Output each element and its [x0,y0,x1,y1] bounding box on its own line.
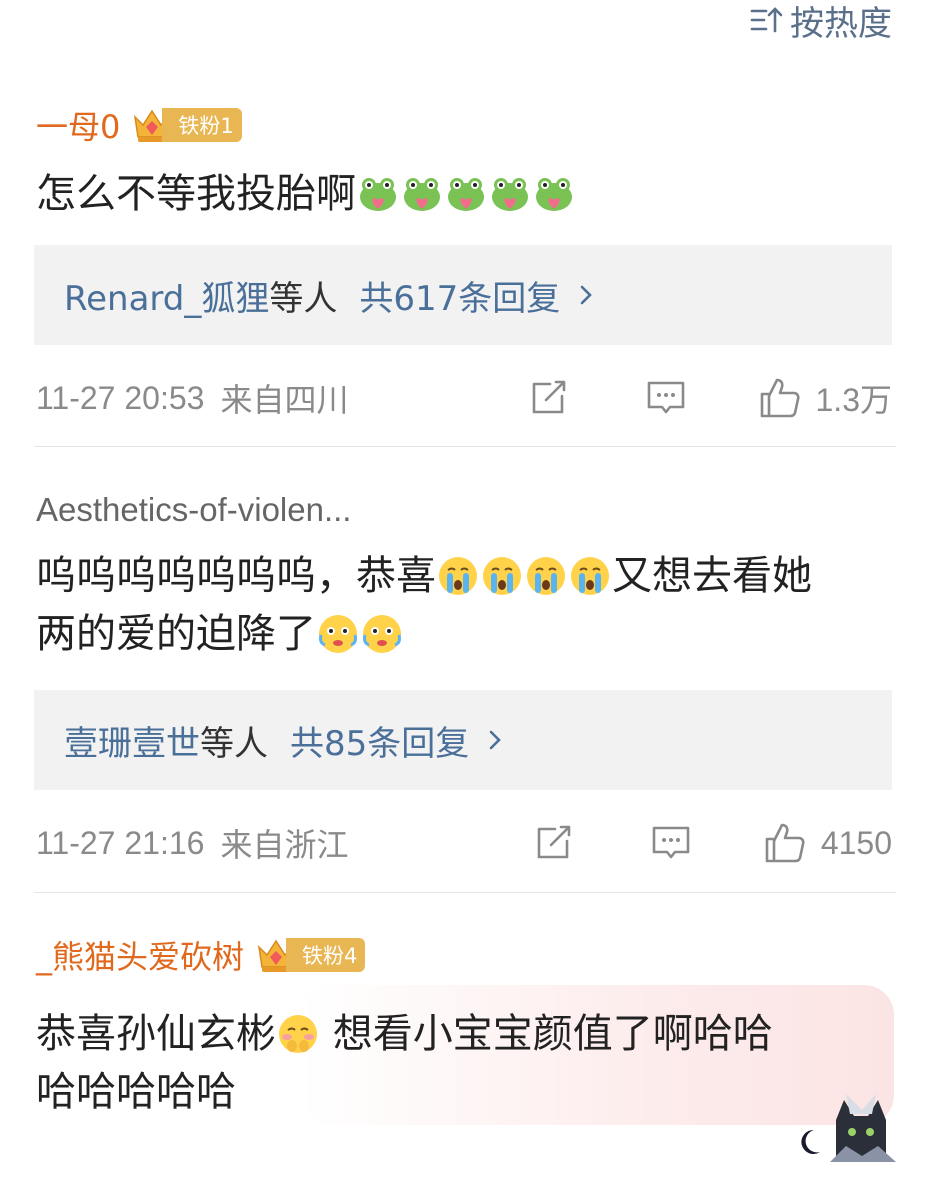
reply-names[interactable]: 壹珊壹世 [64,716,200,765]
tearful-emoji-icon [363,615,401,653]
reply-summary-button[interactable]: 壹珊壹世 等人 共85条回复 [34,690,892,790]
comment-text-part: 两的爱的迫降了 [36,611,316,657]
reply-count: 共85条回复 [290,723,470,764]
sort-by-hot-button[interactable]: 按热度 [748,0,892,44]
comment-time: 11-27 20:53 [36,379,205,416]
share-icon[interactable] [526,376,570,420]
comment-author[interactable]: _熊猫头爱砍树 [36,932,244,978]
cat-avatar-icon[interactable] [816,1090,906,1165]
sort-label: 按热度 [790,3,892,44]
comment-text-part: 恭喜孙仙玄彬 [36,1011,276,1057]
comment-location: 来自浙江 [220,826,349,864]
comment-text-part: 又想去看她 [612,553,812,599]
comment-2-content: 呜呜呜呜呜呜呜，恭喜 又想去看她两的爱的迫降了 [36,547,886,663]
divider [34,892,896,893]
comment-author[interactable]: 一母0 [36,102,120,148]
comment-icon[interactable] [644,376,688,420]
like-icon[interactable] [758,376,802,420]
comment-2-meta: 11-27 21:16 来自浙江 4150 [36,818,892,868]
comment-icon[interactable] [649,821,693,865]
divider [34,446,896,447]
like-count: 1.3万 [815,382,893,418]
share-icon[interactable] [531,821,575,865]
crying-emoji-icon [483,557,521,595]
comment-1-header: 一母0 铁粉1 [36,100,242,150]
comment-text: 怎么不等我投胎啊 [36,171,356,217]
comment-actions: 4150 [531,821,892,865]
reply-names[interactable]: Renard_狐狸 [64,271,269,320]
frog-heart-emoji-icon [360,178,396,211]
fan-badge: 铁粉4 [286,938,366,972]
comment-1-meta: 11-27 20:53 来自四川 1.3万 [36,373,892,423]
shy-emoji-icon [279,1015,317,1053]
comment-text-part: 哈哈哈哈哈 [36,1069,236,1115]
comment-3-header: _熊猫头爱砍树 铁粉4 [36,930,366,980]
like-icon[interactable] [763,821,807,865]
comment-2-header: Aesthetics-of-violen... [36,485,351,535]
comment-author[interactable]: Aesthetics-of-violen... [36,491,351,529]
frog-heart-emoji-icon [492,178,528,211]
chevron-right-icon [580,285,593,305]
reply-etc: 等人 [200,723,268,764]
tearful-emoji-icon [319,615,357,653]
reply-summary-button[interactable]: Renard_狐狸 等人 共617条回复 [34,245,892,345]
comment-actions: 1.3万 [526,375,893,421]
like-count: 4150 [820,824,892,861]
chevron-right-icon [489,730,502,750]
comment-location: 来自四川 [220,381,349,419]
frog-heart-emoji-icon [448,178,484,211]
crying-emoji-icon [571,557,609,595]
sort-icon [750,7,783,33]
comment-3-content: 恭喜孙仙玄彬 想看小宝宝颜值了啊哈哈哈哈哈哈哈 [36,1005,886,1121]
comment-text-part: 呜呜呜呜呜呜呜，恭喜 [36,553,436,599]
reply-etc: 等人 [269,278,338,319]
crying-emoji-icon [439,557,477,595]
frog-heart-emoji-icon [536,178,572,211]
frog-heart-emoji-icon [404,178,440,211]
fan-badge: 铁粉1 [162,108,242,142]
reply-count: 共617条回复 [359,278,561,319]
comment-text-part: 想看小宝宝颜值了啊哈哈 [320,1011,773,1057]
comment-time: 11-27 21:16 [36,824,205,861]
comment-1-content: 怎么不等我投胎啊 [36,165,886,223]
crying-emoji-icon [527,557,565,595]
